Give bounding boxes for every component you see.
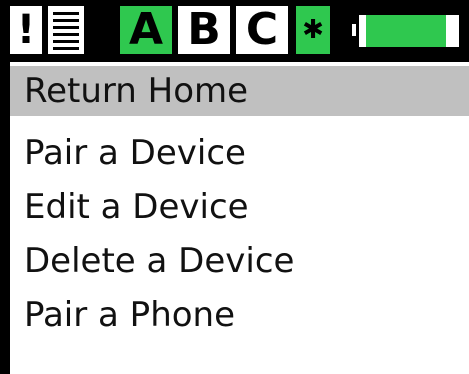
menu-lines-icon: [48, 6, 84, 54]
device-screen: ! A B C ✱ Return Home Pair a Device Edit…: [0, 0, 469, 374]
slot-b-indicator: B: [178, 6, 230, 54]
menu-line: [53, 33, 79, 36]
alert-icon: !: [10, 6, 42, 54]
menu-item-pair-device[interactable]: Pair a Device: [10, 126, 469, 180]
menu-line: [53, 12, 79, 15]
battery-icon: [350, 12, 462, 50]
menu-line: [53, 26, 79, 29]
status-bar: ! A B C ✱: [0, 0, 469, 62]
menu-item-delete-device[interactable]: Delete a Device: [10, 234, 469, 288]
bluetooth-icon: ✱: [296, 6, 330, 54]
main-menu: Return Home Pair a Device Edit a Device …: [10, 66, 469, 342]
menu-item-return-home[interactable]: Return Home: [10, 66, 469, 116]
menu-item-pair-phone[interactable]: Pair a Phone: [10, 288, 469, 342]
slot-a-indicator: A: [120, 6, 172, 54]
menu-item-edit-device[interactable]: Edit a Device: [10, 180, 469, 234]
menu-line: [53, 40, 79, 43]
battery-level-fill: [366, 15, 446, 47]
menu-line: [53, 47, 79, 50]
slot-c-indicator: C: [236, 6, 288, 54]
menu-line: [53, 19, 79, 22]
